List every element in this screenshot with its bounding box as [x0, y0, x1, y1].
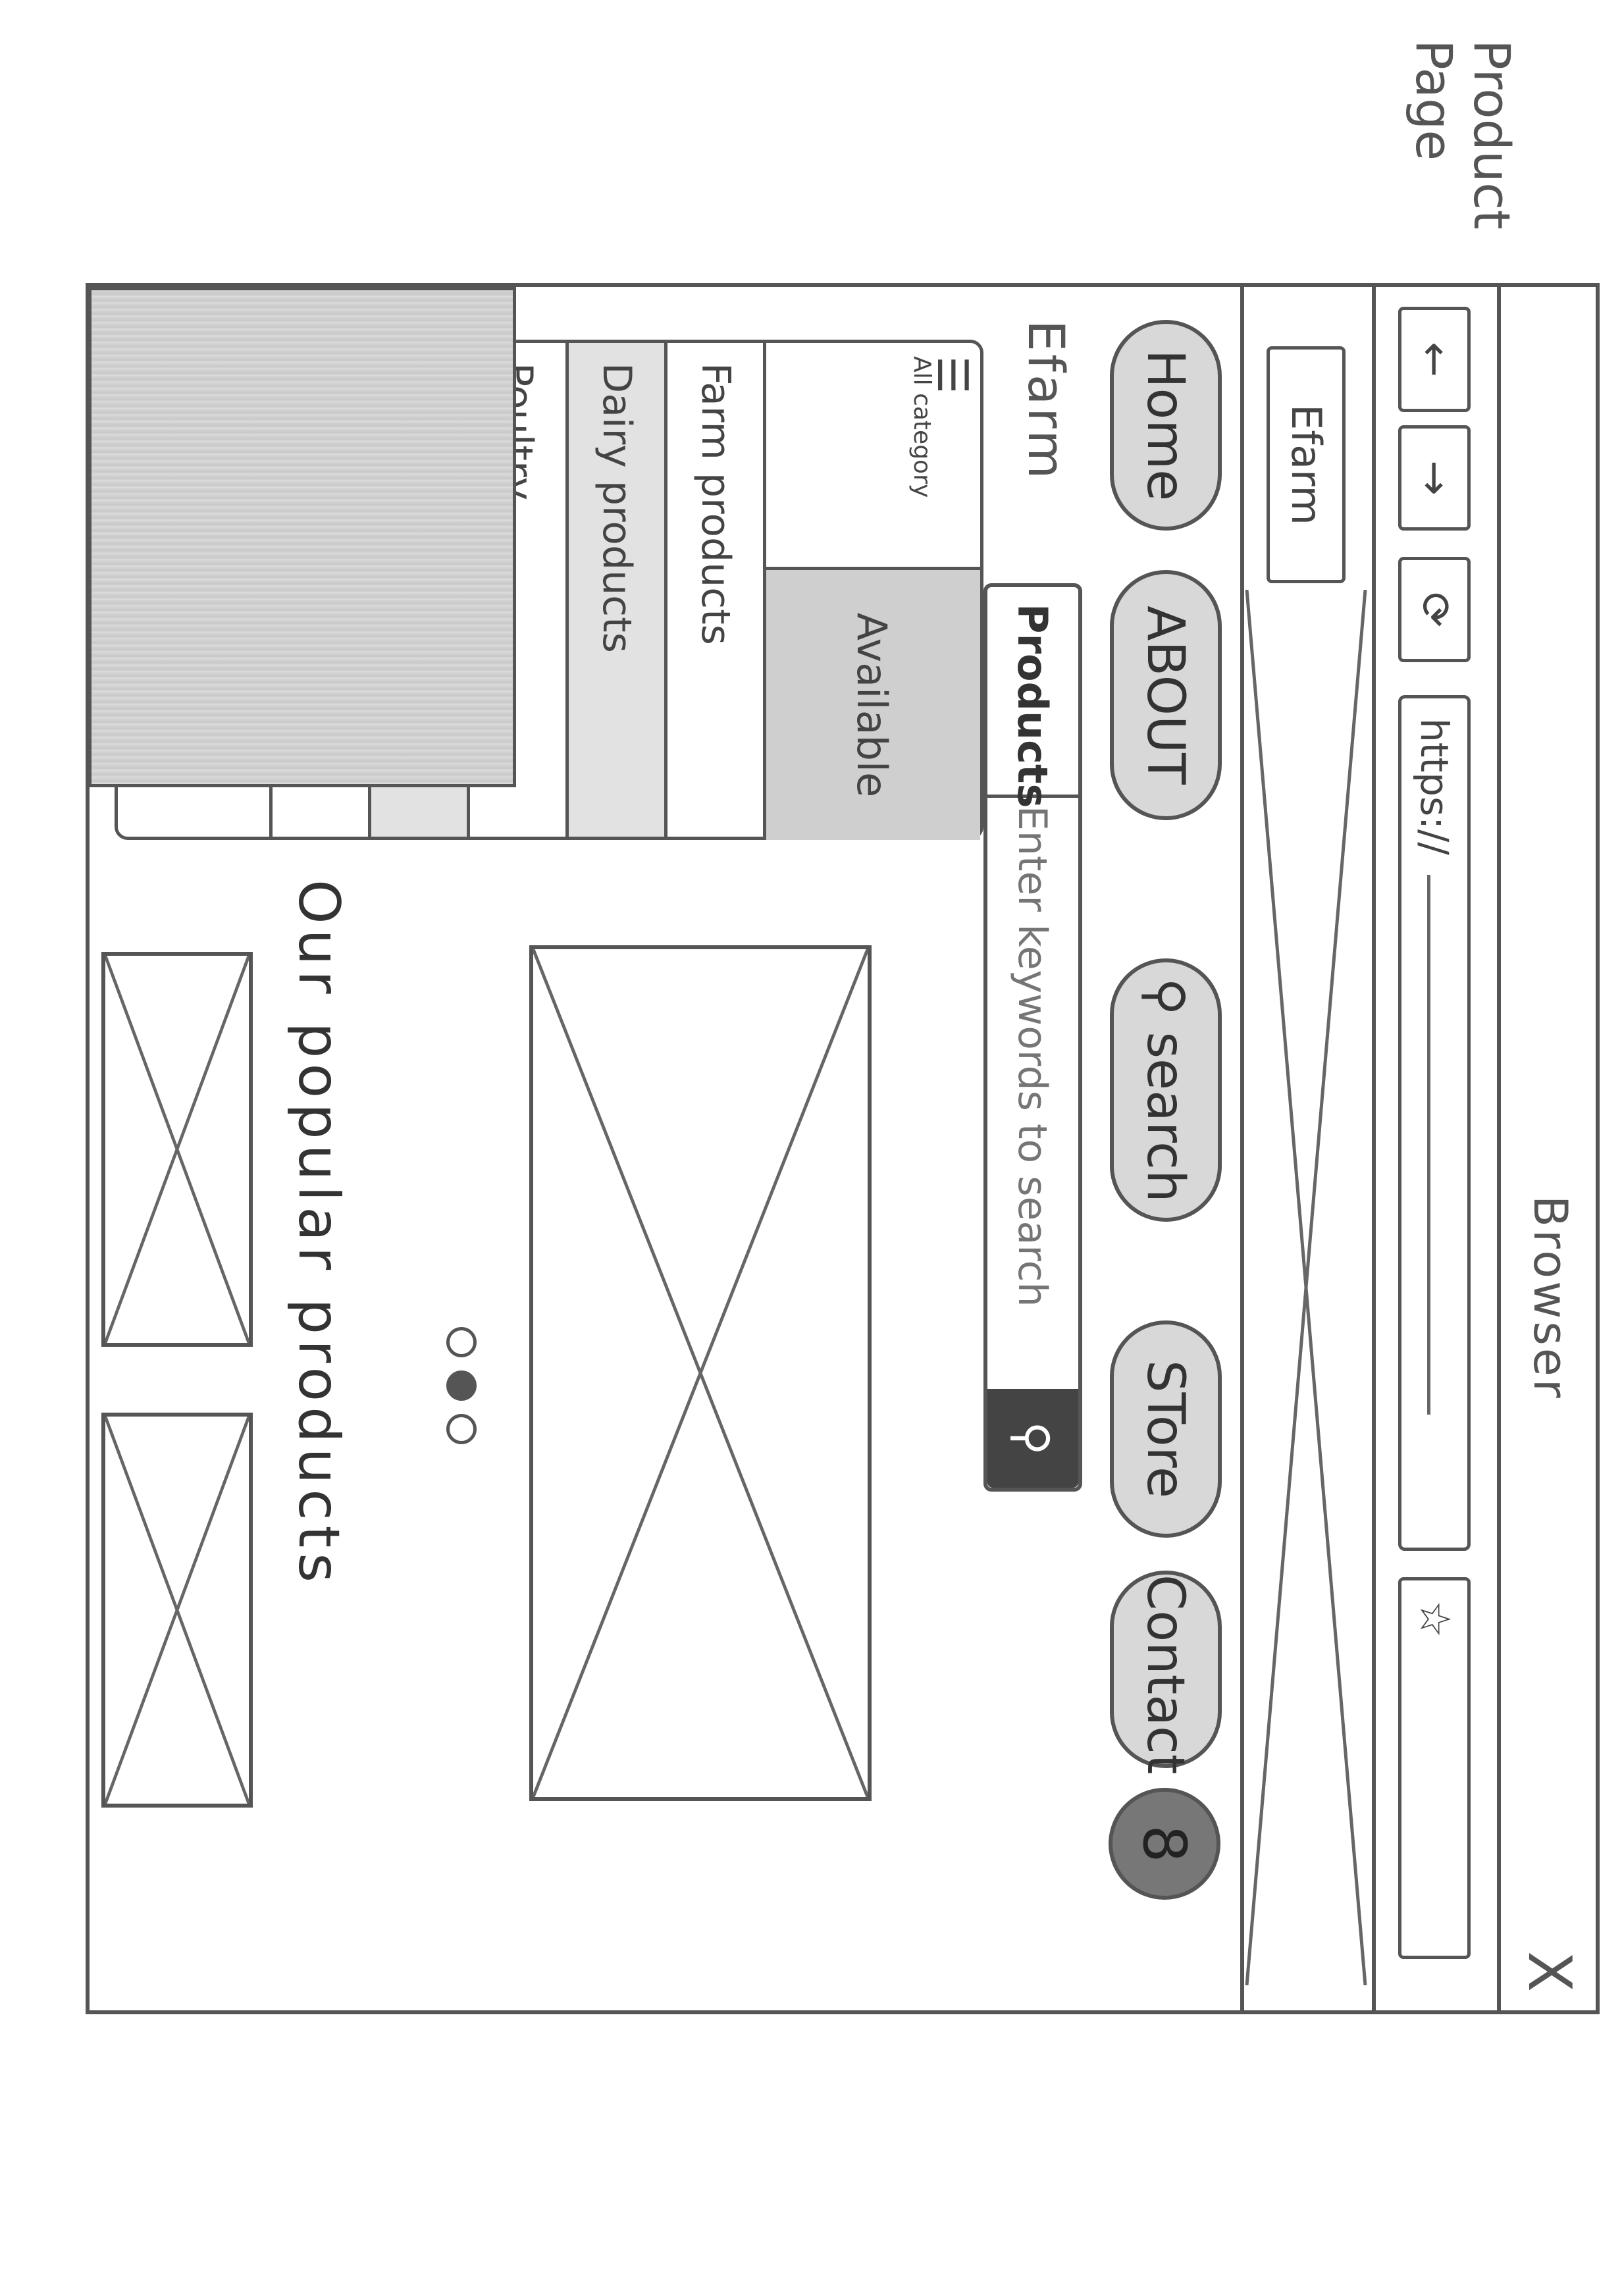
nav-contact[interactable]: Contact — [1110, 1571, 1222, 1774]
tab-efarm[interactable]: Efarm — [1267, 346, 1346, 583]
product-card[interactable] — [101, 1413, 253, 1808]
forward-arrow-icon[interactable]: → — [1398, 425, 1471, 531]
category-farm-products[interactable]: Farm products — [664, 343, 763, 837]
reload-icon[interactable]: ⟳ — [1398, 557, 1471, 662]
browser-title: Browser — [1523, 1195, 1577, 1401]
hero-image-placeholder[interactable] — [529, 945, 872, 1801]
menu-icon: ☰ — [928, 356, 976, 394]
carousel-dot[interactable] — [446, 1414, 477, 1444]
url-text: https:// — [1412, 718, 1457, 855]
site-navigation: Home ABOUT ⚲ search STore Contact 8 — [1095, 287, 1240, 2010]
carousel-dot-active[interactable] — [446, 1370, 477, 1401]
category-image-placeholder — [88, 287, 516, 787]
search-icon: ⚲ — [1005, 1421, 1059, 1455]
bookmark-star-icon[interactable]: ☆ — [1398, 1577, 1471, 1959]
search-button[interactable]: ⚲ — [987, 1389, 1078, 1488]
nav-home[interactable]: Home — [1110, 320, 1222, 531]
site-logo[interactable]: Efarm — [1017, 320, 1076, 481]
tab-bar-placeholder — [1240, 589, 1372, 1986]
category-menu-header: ☰ All category Available — [763, 343, 980, 840]
browser-titlebar: Browser X — [1497, 287, 1596, 2010]
product-search-bar: Products ∨ ⚲ — [916, 583, 1082, 1492]
category-dairy-products[interactable]: Dairy products — [565, 343, 664, 837]
product-card[interactable] — [101, 952, 253, 1347]
carousel-dot[interactable] — [446, 1327, 477, 1357]
tab-bar: Efarm — [1240, 287, 1372, 2010]
nav-search-label: search — [1136, 1031, 1195, 1203]
page-annotation: Product Page — [1405, 39, 1521, 230]
account-avatar-icon[interactable]: 8 — [1109, 1788, 1220, 1900]
search-category-dropdown[interactable]: Products ∨ — [916, 587, 1078, 808]
nav-search[interactable]: ⚲ search — [1110, 958, 1222, 1222]
carousel-indicators — [444, 1327, 477, 1457]
nav-store[interactable]: STore — [1110, 1320, 1222, 1538]
all-category-label: All category — [908, 356, 935, 498]
nav-about[interactable]: ABOUT — [1110, 570, 1222, 820]
search-input[interactable] — [995, 804, 1069, 1373]
search-icon: ⚲ — [1136, 978, 1195, 1032]
wireframe-canvas: Browser X ← → ⟳ https:// ☆ Efarm Home AB… — [86, 283, 1600, 2014]
close-icon[interactable]: X — [1515, 1951, 1584, 1992]
popular-products-title: Our popular products — [286, 879, 352, 1588]
url-field[interactable]: https:// — [1398, 695, 1471, 1551]
url-squiggle — [1426, 874, 1437, 1415]
address-bar: ← → ⟳ https:// ☆ — [1372, 287, 1497, 2010]
back-arrow-icon[interactable]: ← — [1398, 307, 1471, 412]
available-filter[interactable]: Available — [766, 567, 980, 840]
all-category[interactable]: ☰ All category — [906, 356, 976, 554]
browser-window: Browser X ← → ⟳ https:// ☆ Efarm Home AB… — [86, 283, 1600, 2014]
